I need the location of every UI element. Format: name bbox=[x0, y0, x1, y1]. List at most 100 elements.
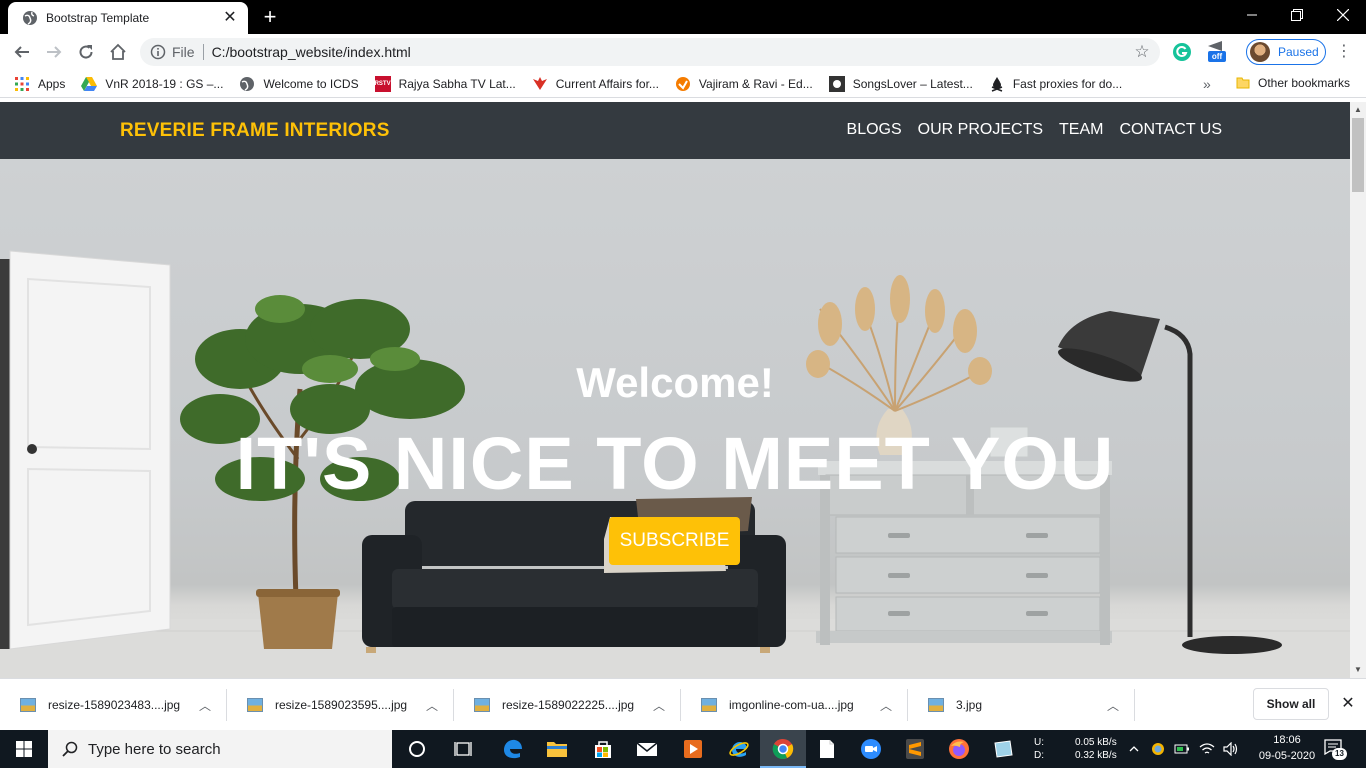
folder-icon bbox=[1236, 77, 1250, 89]
close-tab-icon[interactable]: ✕ bbox=[222, 10, 238, 26]
bookmark-vnr[interactable]: VnR 2018-19 : GS –... bbox=[81, 76, 223, 92]
notification-count-badge: 13 bbox=[1332, 748, 1347, 760]
image-file-icon bbox=[474, 698, 490, 712]
restore-button[interactable] bbox=[1274, 0, 1320, 30]
upload-speed: 0.05 kB/s bbox=[1075, 737, 1117, 748]
bookmark-rstv[interactable]: RSTV Rajya Sabha TV Lat... bbox=[374, 75, 516, 92]
bookmark-songslover[interactable]: SongsLover – Latest... bbox=[828, 75, 973, 92]
ie-app[interactable] bbox=[716, 730, 762, 768]
bookmark-proxies[interactable]: Fast proxies for do... bbox=[989, 76, 1122, 92]
grammarly-icon[interactable] bbox=[1172, 42, 1192, 62]
chevron-up-icon bbox=[1129, 746, 1139, 752]
download-item[interactable]: imgonline-com-ua....jpg ︿ bbox=[681, 679, 908, 731]
url-text[interactable]: C:/bootstrap_website/index.html bbox=[212, 44, 1132, 60]
snip-app[interactable] bbox=[980, 730, 1026, 768]
download-shelf: resize-1589023483....jpg ︿ resize-158902… bbox=[0, 678, 1366, 730]
new-tab-button[interactable]: + bbox=[258, 6, 282, 28]
scroll-down-icon[interactable]: ▼ bbox=[1350, 662, 1366, 678]
divider bbox=[1134, 689, 1135, 721]
hero-welcome-text: Welcome! bbox=[576, 359, 774, 406]
bookmarks-bar: Apps VnR 2018-19 : GS –... Welcome to IC… bbox=[0, 70, 1366, 98]
extension-off-icon[interactable]: off bbox=[1206, 40, 1228, 64]
chrome-app[interactable] bbox=[760, 730, 806, 768]
minimize-button[interactable] bbox=[1229, 0, 1275, 30]
download-filename: imgonline-com-ua....jpg bbox=[729, 698, 854, 712]
forward-button[interactable] bbox=[42, 40, 66, 64]
download-item[interactable]: 3.jpg ︿ bbox=[908, 679, 1135, 731]
start-button[interactable] bbox=[0, 730, 48, 768]
taskbar-search[interactable]: Type here to search bbox=[48, 730, 392, 768]
other-bookmarks[interactable]: Other bookmarks bbox=[1236, 76, 1350, 90]
tray-overflow-button[interactable] bbox=[1124, 730, 1144, 768]
nav-link-team[interactable]: TEAM bbox=[1059, 121, 1103, 139]
hero-headline: IT'S NICE TO MEET YOU bbox=[235, 422, 1115, 505]
notepad-app[interactable] bbox=[804, 730, 850, 768]
media-player-app[interactable] bbox=[670, 730, 716, 768]
file-explorer-icon bbox=[547, 742, 567, 757]
reload-button[interactable] bbox=[74, 40, 98, 64]
store-app[interactable] bbox=[580, 730, 626, 768]
bookmark-label: Rajya Sabha TV Lat... bbox=[398, 76, 516, 91]
home-button[interactable] bbox=[106, 40, 130, 64]
chevron-up-icon[interactable]: ︿ bbox=[876, 697, 896, 714]
chevron-up-icon[interactable]: ︿ bbox=[1103, 697, 1123, 714]
chevron-up-icon[interactable]: ︿ bbox=[649, 697, 669, 714]
edge-app[interactable] bbox=[490, 730, 536, 768]
zoom-app[interactable] bbox=[848, 730, 894, 768]
back-icon bbox=[14, 46, 29, 58]
active-tab[interactable]: Bootstrap Template ✕ bbox=[8, 2, 248, 34]
close-icon[interactable]: ✕ bbox=[1338, 693, 1358, 713]
cortana-button[interactable] bbox=[394, 730, 440, 768]
profile-button[interactable]: Paused bbox=[1246, 39, 1326, 65]
back-button[interactable] bbox=[10, 40, 34, 64]
download-filename: 3.jpg bbox=[956, 698, 983, 712]
network-upload-label: U: bbox=[1034, 737, 1044, 748]
notepad-icon bbox=[820, 740, 834, 758]
firefox-app[interactable] bbox=[936, 730, 982, 768]
chevron-up-icon[interactable]: ︿ bbox=[195, 697, 215, 714]
current-affairs-icon bbox=[532, 76, 547, 90]
image-file-icon bbox=[701, 698, 717, 712]
site-navbar: REVERIE FRAME INTERIORS BLOGS OUR PROJEC… bbox=[0, 102, 1350, 159]
action-center-button[interactable]: 13 bbox=[1324, 738, 1347, 760]
info-icon[interactable] bbox=[150, 44, 166, 60]
tray-app-icon[interactable] bbox=[1148, 730, 1168, 768]
chrome-menu-icon[interactable]: ⋮ bbox=[1334, 42, 1354, 62]
bookmark-icds[interactable]: Welcome to ICDS bbox=[239, 76, 359, 92]
bookmark-current-affairs[interactable]: Current Affairs for... bbox=[532, 76, 659, 92]
download-item[interactable]: resize-1589022225....jpg ︿ bbox=[454, 679, 681, 731]
show-all-button[interactable]: Show all bbox=[1253, 688, 1329, 720]
bookmarks-overflow-button[interactable]: » bbox=[1203, 76, 1211, 92]
subscribe-button[interactable]: SUBSCRIBE bbox=[609, 517, 740, 565]
wifi-button[interactable] bbox=[1196, 730, 1218, 768]
scrollbar-thumb[interactable] bbox=[1352, 118, 1364, 192]
nav-link-contact-us[interactable]: CONTACT US bbox=[1119, 121, 1222, 139]
site-brand[interactable]: REVERIE FRAME INTERIORS bbox=[120, 120, 390, 142]
mail-app[interactable] bbox=[624, 730, 670, 768]
nav-link-blogs[interactable]: BLOGS bbox=[847, 121, 902, 139]
page-scrollbar[interactable]: ▲ ▼ bbox=[1350, 102, 1366, 678]
hero-section: Welcome! IT'S NICE TO MEET YOU SUBSCRIBE bbox=[0, 159, 1350, 678]
bookmark-apps[interactable]: Apps bbox=[14, 76, 65, 92]
volume-button[interactable] bbox=[1220, 730, 1242, 768]
browser-toolbar: File C:/bootstrap_website/index.html ☆ o… bbox=[0, 34, 1366, 70]
chevron-up-icon[interactable]: ︿ bbox=[422, 697, 442, 714]
task-view-button[interactable] bbox=[440, 730, 486, 768]
taskbar-clock[interactable]: 18:06 09-05-2020 bbox=[1255, 732, 1319, 764]
file-explorer-app[interactable] bbox=[534, 730, 580, 768]
edge-icon bbox=[504, 739, 522, 759]
battery-button[interactable] bbox=[1172, 730, 1192, 768]
address-bar[interactable]: File C:/bootstrap_website/index.html ☆ bbox=[140, 38, 1160, 66]
sublime-app[interactable] bbox=[892, 730, 938, 768]
close-window-button[interactable] bbox=[1320, 0, 1366, 30]
star-icon[interactable]: ☆ bbox=[1132, 42, 1152, 62]
bookmark-label: Vajiram & Ravi - Ed... bbox=[698, 76, 813, 91]
hero-background-image bbox=[0, 250, 1350, 678]
download-item[interactable]: resize-1589023595....jpg ︿ bbox=[227, 679, 454, 731]
download-item[interactable]: resize-1589023483....jpg ︿ bbox=[0, 679, 227, 731]
scroll-up-icon[interactable]: ▲ bbox=[1350, 102, 1366, 118]
bookmark-vajiram[interactable]: Vajiram & Ravi - Ed... bbox=[675, 76, 813, 92]
nav-link-our-projects[interactable]: OUR PROJECTS bbox=[918, 121, 1043, 139]
zoom-icon bbox=[861, 739, 881, 759]
task-view-icon bbox=[454, 742, 472, 756]
